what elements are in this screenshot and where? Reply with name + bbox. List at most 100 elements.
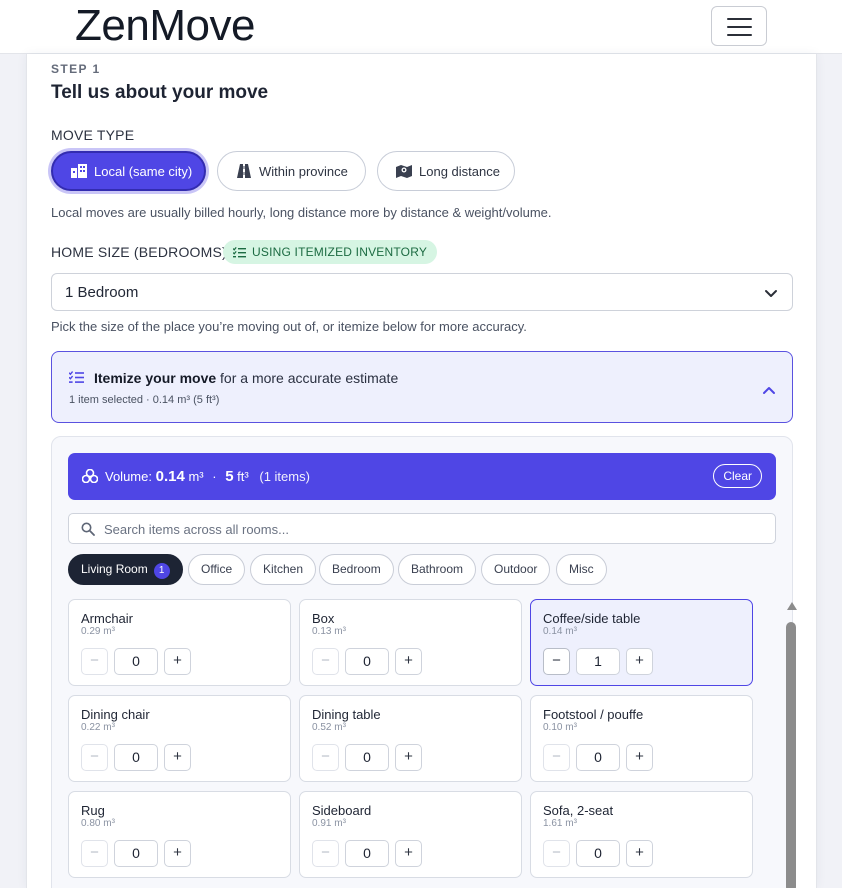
item-tile-armchair: Armchair 0.29 m³ − 0 + — [68, 599, 291, 686]
volume-m3-unit: m³ — [188, 469, 204, 484]
items-scrollbar[interactable] — [785, 602, 797, 888]
page-title: Tell us about your move — [51, 82, 269, 103]
item-tile-dining-table: Dining table 0.52 m³ − 0 + — [299, 695, 522, 782]
tab-label: Living Room — [81, 562, 148, 576]
increment-button[interactable]: + — [395, 744, 422, 771]
tab-count-badge: 1 — [153, 563, 170, 579]
decrement-button[interactable]: − — [81, 840, 108, 867]
home-size-help: Pick the size of the place you’re moving… — [51, 319, 527, 334]
itemize-toggle[interactable]: Itemize your move for a more accurate es… — [51, 351, 793, 423]
search-input[interactable]: Search items across all rooms... — [68, 513, 776, 544]
quantity-input[interactable]: 0 — [345, 840, 389, 867]
tab-living-room[interactable]: Living Room 1 — [68, 554, 183, 585]
itemize-summary: 1 item selected · 0.14 m³ (5 ft³) — [69, 394, 220, 406]
map-icon — [396, 163, 412, 179]
decrement-button[interactable]: − — [312, 648, 339, 675]
increment-button[interactable]: + — [164, 648, 191, 675]
city-icon — [71, 163, 87, 179]
item-volume: 0.91 m³ — [312, 818, 346, 829]
road-icon — [236, 163, 252, 179]
itemize-title-bold: Itemize your move — [94, 370, 217, 386]
tab-misc[interactable]: Misc — [556, 554, 607, 585]
move-type-local-button[interactable]: Local (same city) — [51, 151, 206, 191]
decrement-button[interactable]: − — [543, 648, 570, 675]
step-label: STEP 1 — [51, 62, 101, 76]
tab-bathroom[interactable]: Bathroom — [398, 554, 477, 585]
scrollbar-thumb[interactable] — [786, 622, 796, 888]
volume-separator: · — [212, 469, 217, 484]
item-volume: 0.29 m³ — [81, 626, 115, 637]
chevron-up-icon — [762, 382, 776, 400]
item-volume: 0.13 m³ — [312, 626, 346, 637]
volume-ft3: 5 — [225, 468, 234, 485]
decrement-button[interactable]: − — [543, 840, 570, 867]
home-size-value: 1 Bedroom — [65, 284, 139, 301]
tab-bedroom[interactable]: Bedroom — [319, 554, 394, 585]
quantity-input[interactable]: 0 — [114, 744, 158, 771]
increment-button[interactable]: + — [395, 648, 422, 675]
item-tile-footstool: Footstool / pouffe 0.10 m³ − 0 + — [530, 695, 753, 782]
item-name: Dining table — [312, 707, 381, 722]
volume-ft3-unit: ft³ — [237, 469, 249, 484]
move-type-long-distance-button[interactable]: Long distance — [377, 151, 515, 191]
move-type-province-button[interactable]: Within province — [217, 151, 366, 191]
brand-logo[interactable]: ZenMove — [75, 1, 255, 51]
quantity-input[interactable]: 1 — [576, 648, 620, 675]
item-name: Box — [312, 611, 335, 626]
tab-office[interactable]: Office — [188, 554, 246, 585]
search-icon — [81, 522, 95, 541]
hamburger-icon — [727, 18, 752, 20]
decrement-button[interactable]: − — [81, 648, 108, 675]
quantity-input[interactable]: 0 — [114, 648, 158, 675]
decrement-button[interactable]: − — [543, 744, 570, 771]
item-volume: 1.61 m³ — [543, 818, 577, 829]
search-placeholder: Search items across all rooms... — [104, 522, 289, 537]
quantity-input[interactable]: 0 — [576, 744, 620, 771]
item-name: Sideboard — [312, 803, 372, 818]
volume-text: Volume: 0.14 m³ · 5 ft³ (1 items) — [105, 468, 310, 485]
quantity-input[interactable]: 0 — [345, 744, 389, 771]
item-tile-coffee-side-table: Coffee/side table 0.14 m³ − 1 + — [530, 599, 753, 686]
item-volume: 0.10 m³ — [543, 722, 577, 733]
menu-toggle-button[interactable] — [711, 6, 767, 46]
item-tile-box: Box 0.13 m³ − 0 + — [299, 599, 522, 686]
tab-kitchen[interactable]: Kitchen — [250, 554, 317, 585]
boxes-icon — [81, 468, 99, 488]
badge-text: USING ITEMIZED INVENTORY — [252, 245, 428, 259]
increment-button[interactable]: + — [626, 840, 653, 867]
home-size-select[interactable]: 1 Bedroom — [51, 273, 793, 311]
tab-outdoor[interactable]: Outdoor — [481, 554, 551, 585]
navbar: ZenMove — [0, 0, 842, 54]
increment-button[interactable]: + — [395, 840, 422, 867]
item-tile-rug: Rug 0.80 m³ − 0 + — [68, 791, 291, 878]
scroll-up-arrow-icon[interactable] — [787, 602, 797, 610]
item-volume: 0.52 m³ — [312, 722, 346, 733]
volume-label: Volume: — [105, 469, 152, 484]
decrement-button[interactable]: − — [312, 840, 339, 867]
move-type-label-text: Within province — [259, 163, 348, 179]
clear-button[interactable]: Clear — [713, 464, 762, 488]
quantity-input[interactable]: 0 — [345, 648, 389, 675]
item-name: Footstool / pouffe — [543, 707, 644, 722]
increment-button[interactable]: + — [164, 840, 191, 867]
volume-item-count: (1 items) — [259, 469, 310, 484]
increment-button[interactable]: + — [164, 744, 191, 771]
decrement-button[interactable]: − — [312, 744, 339, 771]
move-type-help: Local moves are usually billed hourly, l… — [51, 205, 552, 220]
volume-m3: 0.14 — [155, 468, 185, 485]
itemize-title-rest: for a more accurate estimate — [216, 370, 399, 386]
item-volume: 0.80 m³ — [81, 818, 115, 829]
item-tile-sideboard: Sideboard 0.91 m³ − 0 + — [299, 791, 522, 878]
decrement-button[interactable]: − — [81, 744, 108, 771]
hamburger-icon — [727, 34, 752, 36]
quantity-input[interactable]: 0 — [576, 840, 620, 867]
increment-button[interactable]: + — [626, 744, 653, 771]
itemize-title: Itemize your move for a more accurate es… — [94, 370, 398, 386]
quantity-input[interactable]: 0 — [114, 840, 158, 867]
chevron-down-icon — [764, 286, 778, 304]
item-tile-sofa-2-seat: Sofa, 2-seat 1.61 m³ − 0 + — [530, 791, 753, 878]
move-type-label: MOVE TYPE — [51, 127, 135, 143]
increment-button[interactable]: + — [626, 648, 653, 675]
item-name: Dining chair — [81, 707, 150, 722]
item-tile-dining-chair: Dining chair 0.22 m³ − 0 + — [68, 695, 291, 782]
